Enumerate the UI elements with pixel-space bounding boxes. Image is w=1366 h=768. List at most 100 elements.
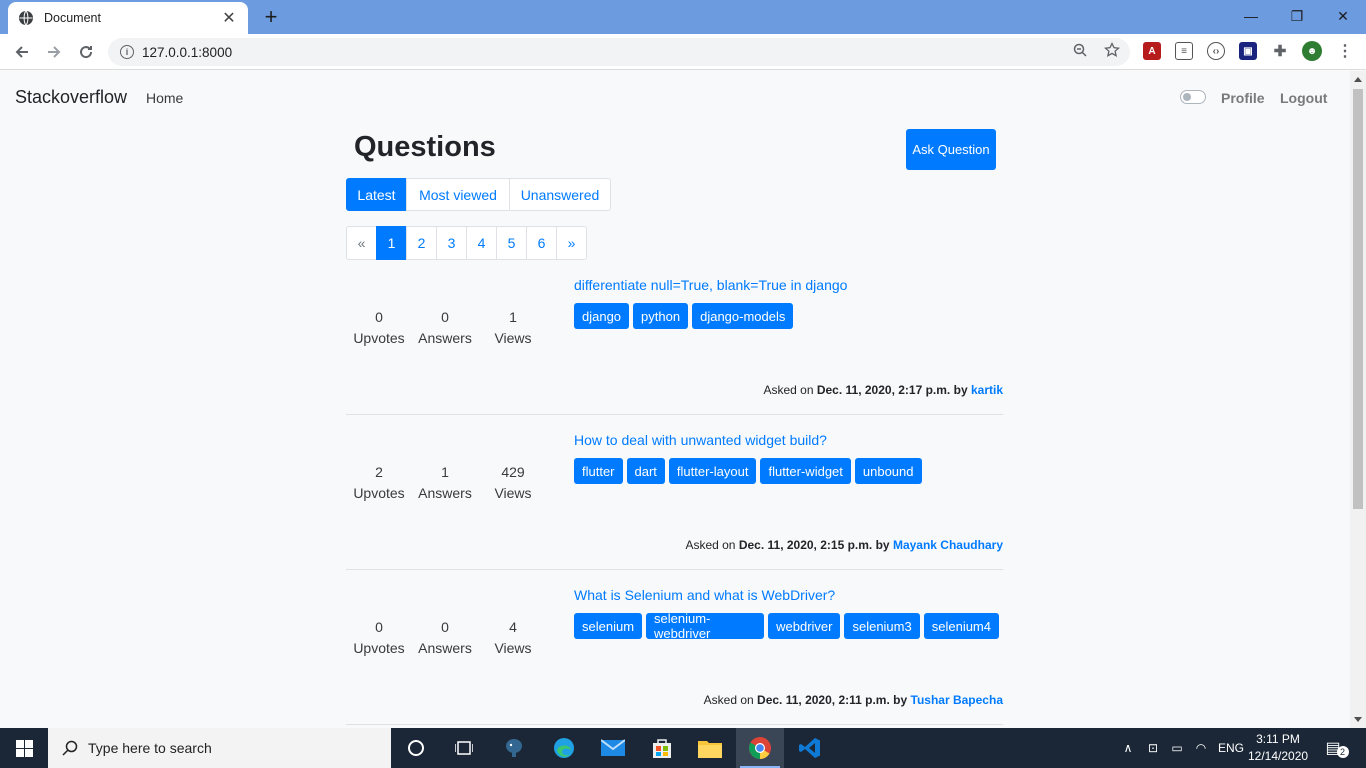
extensions-puzzle-icon[interactable]: ✚ [1271,42,1289,60]
site-info-icon[interactable]: i [120,45,134,59]
answers-label: Answers [418,330,472,346]
battery-icon[interactable]: ▭ [1166,728,1188,768]
windows-start-icon[interactable] [0,728,48,768]
taskbar-search-input[interactable]: Type here to search [48,728,391,768]
question-title-link[interactable]: differentiate null=True, blank=True in d… [574,277,847,293]
minimize-icon[interactable]: — [1228,0,1274,32]
nav-profile-link[interactable]: Profile [1221,90,1265,106]
mail-icon[interactable] [589,728,637,768]
chrome-icon[interactable] [736,728,784,768]
scroll-thumb[interactable] [1353,89,1363,509]
page-6[interactable]: 6 [526,226,557,260]
scroll-up-icon[interactable] [1354,77,1362,82]
tab-close-icon[interactable]: ✕ [220,8,238,28]
browser-tab-strip: Document ✕ + — ❐ ✕ [0,0,1366,34]
tag-chip[interactable]: python [633,303,689,329]
filter-tab-unanswered[interactable]: Unanswered [509,178,611,211]
code-extension-icon[interactable]: ‹› [1207,42,1225,60]
store-icon[interactable] [638,728,686,768]
tag-list: selenium selenium-webdriver webdriver se… [574,611,1003,641]
tag-chip[interactable]: flutter-widget [760,458,851,484]
tag-chip[interactable]: selenium4 [923,613,999,639]
tag-chip[interactable]: flutter-layout [668,458,757,484]
tab-title: Document [44,11,101,25]
brand-logo-text[interactable]: Stackoverflow [15,87,127,108]
file-explorer-icon[interactable] [686,728,734,768]
tag-chip[interactable]: webdriver [768,613,841,639]
answers-count: 0 [441,619,449,635]
tag-chip[interactable]: django [574,303,630,329]
document-extension-icon[interactable]: ≡ [1175,42,1193,60]
page-3[interactable]: 3 [436,226,467,260]
menu-kebab-icon[interactable]: ⋮ [1336,42,1354,60]
vscode-icon[interactable] [786,728,834,768]
page-next[interactable]: » [556,226,587,260]
asked-prefix: Asked on [703,693,754,707]
answers-label: Answers [418,640,472,656]
taskbar-clock[interactable]: 3:11 PM 12/14/2020 [1248,731,1308,765]
tag-chip[interactable]: selenium3 [844,613,920,639]
back-icon[interactable] [10,40,34,64]
filter-tab-most-viewed[interactable]: Most viewed [406,178,510,211]
question-item: 0 Upvotes 0 Answers 4 Views What is Sele… [346,587,1003,742]
pdf-extension-icon[interactable]: A [1143,42,1161,60]
address-bar[interactable]: i 127.0.0.1:8000 [108,38,1130,66]
asked-date: Dec. 11, 2020, 2:15 p.m. [738,538,873,552]
postgres-app-icon[interactable] [490,728,538,768]
ask-question-button[interactable]: Ask Question [906,129,996,170]
notification-center-icon[interactable]: ▤ 2 [1320,728,1354,768]
language-indicator[interactable]: ENG [1216,728,1246,768]
asked-info: Asked on Dec. 11, 2020, 2:15 p.m. by May… [685,538,1003,552]
screen-extension-icon[interactable]: ▣ [1239,42,1257,60]
new-tab-icon[interactable]: + [259,5,283,29]
page-1[interactable]: 1 [376,226,407,260]
wifi-icon[interactable]: ◠ [1190,728,1212,768]
question-divider [346,414,1003,415]
scroll-down-icon[interactable] [1354,717,1362,722]
search-icon [62,740,78,756]
profile-avatar-icon[interactable]: ☻ [1302,41,1322,61]
upvotes-count: 2 [375,464,383,480]
theme-toggle[interactable] [1180,90,1206,104]
nav-logout-link[interactable]: Logout [1280,90,1327,106]
forward-icon[interactable] [42,40,66,64]
asked-info: Asked on Dec. 11, 2020, 2:11 p.m. by Tus… [704,693,1003,707]
pagination: « 1 2 3 4 5 6 » [346,226,587,260]
question-title-link[interactable]: How to deal with unwanted widget build? [574,432,827,448]
answers-stat: 0 Answers [410,307,480,349]
tag-chip[interactable]: selenium [574,613,643,639]
asked-date: Dec. 11, 2020, 2:17 p.m. [816,383,951,397]
author-link[interactable]: Mayank Chaudhary [893,538,1003,552]
page-2[interactable]: 2 [406,226,437,260]
tag-chip[interactable]: selenium-webdriver [646,611,765,641]
cortana-icon[interactable] [392,728,440,768]
page-scrollbar[interactable] [1350,71,1366,728]
author-link[interactable]: Tushar Bapecha [911,693,1003,707]
notification-badge: 2 [1336,746,1349,758]
edge-browser-icon[interactable] [540,728,588,768]
reload-icon[interactable] [74,40,98,64]
meet-now-icon[interactable]: ⊡ [1142,728,1164,768]
page-5[interactable]: 5 [496,226,527,260]
tag-chip[interactable]: flutter [574,458,623,484]
task-view-icon[interactable] [440,728,488,768]
url-text: 127.0.0.1:8000 [142,44,233,60]
show-hidden-icons-icon[interactable]: ∧ [1118,728,1138,768]
tag-chip[interactable]: dart [626,458,665,484]
zoom-icon[interactable] [1068,38,1092,62]
restore-icon[interactable]: ❐ [1274,0,1320,32]
tag-chip[interactable]: unbound [854,458,922,484]
filter-tab-latest[interactable]: Latest [346,178,407,211]
tag-list: django python django-models [574,303,797,329]
browser-tab[interactable]: Document ✕ [8,2,248,34]
views-label: Views [494,640,532,656]
author-link[interactable]: kartik [971,383,1003,397]
bookmark-star-icon[interactable] [1100,38,1124,62]
views-stat: 4 Views [478,617,548,659]
tag-chip[interactable]: django-models [692,303,794,329]
close-window-icon[interactable]: ✕ [1320,0,1366,32]
page-4[interactable]: 4 [466,226,497,260]
question-title-link[interactable]: What is Selenium and what is WebDriver? [574,587,835,603]
page-prev[interactable]: « [346,226,377,260]
nav-home-link[interactable]: Home [146,90,183,106]
